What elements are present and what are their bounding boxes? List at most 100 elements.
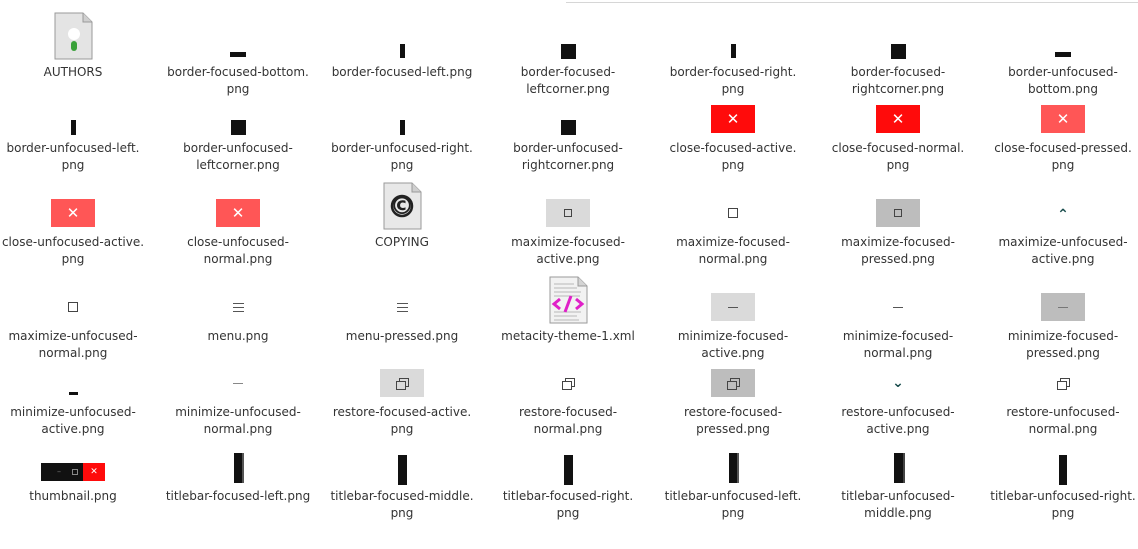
- file-name: minimize-unfocused- normal.png: [175, 405, 301, 436]
- file-item-copying[interactable]: © COPYING: [322, 180, 482, 251]
- file-item[interactable]: maximize-unfocused- normal.png: [0, 274, 153, 362]
- file-item[interactable]: ⌄ restore-unfocused- active.png: [818, 350, 978, 438]
- file-item[interactable]: minimize-focused- pressed.png: [983, 274, 1138, 362]
- close-glyph: ✕: [83, 463, 105, 481]
- file-item[interactable]: minimize-unfocused- normal.png: [158, 350, 318, 438]
- file-item[interactable]: border-unfocused-right. png: [322, 86, 482, 174]
- file-item[interactable]: border-unfocused- bottom.png: [983, 10, 1138, 98]
- file-item[interactable]: maximize-focused- normal.png: [653, 180, 813, 268]
- black-bar-image-icon: [158, 10, 318, 62]
- file-item[interactable]: border-focused-bottom. png: [158, 10, 318, 98]
- file-name: close-focused-active. png: [669, 141, 797, 172]
- file-item-authors[interactable]: AUTHORS: [0, 10, 153, 81]
- file-item[interactable]: titlebar-focused-middle. png: [322, 434, 482, 522]
- black-bar-image-icon: [653, 434, 813, 486]
- maximize-icon: [653, 180, 813, 232]
- black-square-image-icon: [158, 86, 318, 138]
- file-item[interactable]: minimize-focused- active.png: [653, 274, 813, 362]
- close-glyph: ✕: [891, 109, 905, 128]
- file-grid: AUTHORS border-focused-bottom. png borde…: [0, 0, 1138, 549]
- file-item[interactable]: border-unfocused- leftcorner.png: [158, 86, 318, 174]
- file-item[interactable]: titlebar-focused-right. png: [488, 434, 648, 522]
- close-icon-container: ✕: [0, 180, 153, 232]
- file-item[interactable]: border-focused-left.png: [322, 10, 482, 81]
- file-item[interactable]: maximize-focused- active.png: [488, 180, 648, 268]
- close-icon: ✕: [51, 199, 95, 227]
- close-icon-container: ✕: [653, 86, 813, 138]
- black-bar-image-icon: [983, 10, 1138, 62]
- file-item[interactable]: titlebar-focused-left.png: [158, 434, 318, 505]
- file-name: border-unfocused-left. png: [6, 141, 140, 172]
- menu-icon: [158, 274, 318, 326]
- maximize-icon: [818, 180, 978, 232]
- file-name: border-unfocused- rightcorner.png: [513, 141, 623, 172]
- file-name: border-unfocused- leftcorner.png: [183, 141, 293, 172]
- file-item[interactable]: ⌃ maximize-unfocused- active.png: [983, 180, 1138, 268]
- close-icon-container: ✕: [818, 86, 978, 138]
- file-item[interactable]: border-focused- leftcorner.png: [488, 10, 648, 98]
- file-item[interactable]: border-unfocused- rightcorner.png: [488, 86, 648, 174]
- black-bar-image-icon: [322, 10, 482, 62]
- file-name: restore-unfocused- normal.png: [1006, 405, 1120, 436]
- file-item[interactable]: titlebar-unfocused-right. png: [983, 434, 1138, 522]
- file-name: restore-focused-active. png: [332, 405, 472, 436]
- file-name: thumbnail.png: [29, 489, 117, 503]
- close-icon-container: ✕: [983, 86, 1138, 138]
- file-item[interactable]: restore-focused- normal.png: [488, 350, 648, 438]
- chevron-up-glyph: ⌃: [1057, 207, 1069, 223]
- file-name: maximize-focused- normal.png: [676, 235, 790, 266]
- minimize-icon: [983, 274, 1138, 326]
- maximize-icon: [0, 274, 153, 326]
- black-bar-image-icon: [488, 434, 648, 486]
- file-item[interactable]: minimize-unfocused- active.png: [0, 350, 153, 438]
- file-item[interactable]: restore-unfocused- normal.png: [983, 350, 1138, 438]
- file-item[interactable]: menu.png: [158, 274, 318, 345]
- file-name: metacity-theme-1.xml: [501, 329, 635, 343]
- file-item[interactable]: border-focused-right. png: [653, 10, 813, 98]
- black-square-image-icon: [488, 10, 648, 62]
- file-item[interactable]: ✕ close-unfocused- normal.png: [158, 180, 318, 268]
- person-document-icon: [0, 10, 153, 62]
- black-bar-image-icon: [653, 10, 813, 62]
- chevron-down-icon: ⌄: [818, 350, 978, 402]
- file-item-thumbnail[interactable]: – ✕ thumbnail.png: [0, 434, 153, 505]
- restore-icon: [488, 350, 648, 402]
- file-name: maximize-unfocused- active.png: [998, 235, 1128, 266]
- file-item[interactable]: minimize-focused- normal.png: [818, 274, 978, 362]
- file-item[interactable]: restore-focused- pressed.png: [653, 350, 813, 438]
- black-bar-image-icon: [0, 86, 153, 138]
- minimize-icon: [818, 274, 978, 326]
- black-bar-image-icon: [322, 86, 482, 138]
- file-item[interactable]: menu-pressed.png: [322, 274, 482, 345]
- file-item[interactable]: titlebar-unfocused- middle.png: [818, 434, 978, 522]
- file-item[interactable]: border-unfocused-left. png: [0, 86, 153, 174]
- menu-icon: [322, 274, 482, 326]
- black-square-image-icon: [488, 86, 648, 138]
- minimize-icon: [653, 274, 813, 326]
- chevron-up-icon: ⌃: [983, 180, 1138, 232]
- black-bar-image-icon: [158, 434, 318, 486]
- file-item[interactable]: ✕ close-focused-active. png: [653, 86, 813, 174]
- file-name: maximize-focused- active.png: [511, 235, 625, 266]
- file-name: titlebar-focused-middle. png: [330, 489, 474, 520]
- file-item-metacity-theme[interactable]: metacity-theme-1.xml: [488, 274, 648, 345]
- copyright-glyph: ©: [390, 192, 414, 220]
- file-item[interactable]: ✕ close-unfocused-active. png: [0, 180, 153, 268]
- file-item[interactable]: ✕ close-focused-pressed. png: [983, 86, 1138, 174]
- file-name: titlebar-unfocused-right. png: [990, 489, 1136, 520]
- close-icon: ✕: [711, 105, 755, 133]
- close-glyph: ✕: [726, 109, 740, 128]
- close-glyph: ✕: [231, 203, 245, 222]
- close-glyph: ✕: [66, 203, 80, 222]
- file-name: restore-unfocused- active.png: [841, 405, 955, 436]
- file-item[interactable]: ✕ close-focused-normal. png: [818, 86, 978, 174]
- maximize-icon: [488, 180, 648, 232]
- file-item[interactable]: maximize-focused- pressed.png: [818, 180, 978, 268]
- file-name: close-focused-normal. png: [831, 141, 965, 172]
- file-item[interactable]: titlebar-unfocused-left. png: [653, 434, 813, 522]
- file-item[interactable]: restore-focused-active. png: [322, 350, 482, 438]
- file-name: border-focused-left.png: [331, 65, 473, 79]
- file-item[interactable]: border-focused- rightcorner.png: [818, 10, 978, 98]
- close-icon: ✕: [876, 105, 920, 133]
- file-name: minimize-unfocused- active.png: [10, 405, 136, 436]
